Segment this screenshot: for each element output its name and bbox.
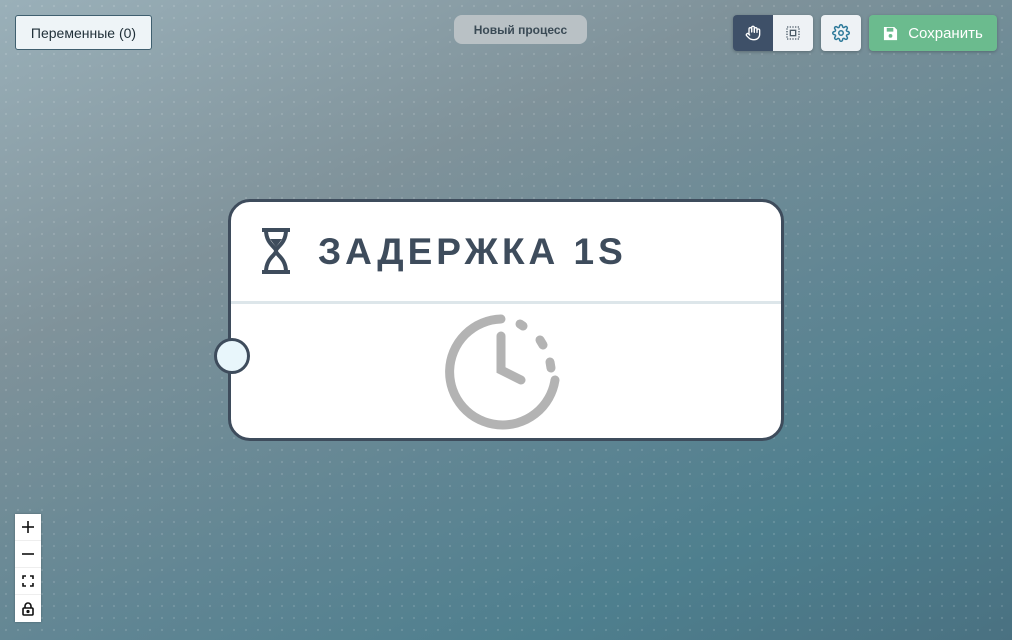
node-header: ЗАДЕРЖКА 1S: [231, 202, 781, 304]
zoom-controls: [15, 514, 41, 622]
save-button[interactable]: Сохранить: [869, 15, 997, 51]
zoom-in-icon: [22, 521, 34, 533]
pan-tool-button[interactable]: [733, 15, 773, 51]
floppy-disk-icon: [884, 26, 898, 40]
save-button-label: Сохранить: [908, 24, 983, 42]
settings-button[interactable]: [821, 15, 861, 51]
fit-view-button[interactable]: [15, 568, 41, 595]
zoom-out-icon: [22, 553, 34, 555]
clock-icon: [445, 314, 560, 430]
selection-icon: [786, 26, 800, 40]
variables-button[interactable]: Переменные (0): [15, 15, 152, 50]
delay-node[interactable]: ЗАДЕРЖКА 1S: [228, 199, 784, 441]
select-tool-button[interactable]: [773, 15, 813, 51]
hourglass-icon: [262, 228, 290, 274]
node-input-port[interactable]: [214, 338, 250, 374]
node-title: ЗАДЕРЖКА 1S: [318, 231, 627, 272]
hand-icon: [745, 25, 761, 41]
zoom-out-button[interactable]: [15, 541, 41, 568]
zoom-in-button[interactable]: [15, 514, 41, 541]
canvas-tool-toggle: [733, 15, 813, 51]
flow-canvas[interactable]: Переменные (0) Новый процесс Сохранить З…: [0, 0, 1012, 640]
fit-view-icon: [22, 575, 34, 587]
lock-button[interactable]: [15, 595, 41, 622]
gear-icon: [832, 24, 850, 42]
lock-icon: [22, 601, 34, 616]
process-title: Новый процесс: [454, 15, 587, 44]
